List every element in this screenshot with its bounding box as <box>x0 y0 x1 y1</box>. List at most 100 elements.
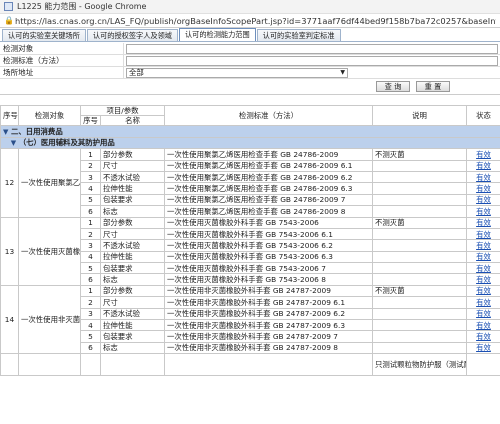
standard-input[interactable] <box>126 56 498 66</box>
item-seq: 1 <box>80 284 101 298</box>
address-bar[interactable]: 🔒 https://las.cnas.org.cn/LAS_FQ/publish… <box>0 14 500 28</box>
window-titlebar: L1225 能力范围 - Google Chrome <box>0 0 500 14</box>
tab-key-sites[interactable]: 认可的实验室关键场所 <box>2 29 86 41</box>
standard-label: 检测标准（方法） <box>0 55 124 66</box>
item-note <box>372 273 467 286</box>
status-link[interactable]: 有效 <box>466 227 500 241</box>
item-seq: 1 <box>80 148 101 161</box>
item-note <box>372 182 467 195</box>
item-note <box>372 330 467 343</box>
window-title: L1225 能力范围 - Google Chrome <box>17 2 147 11</box>
item-standard: 一次性使用灭菌橡胶外科手套 GB 7543-2006 7 <box>164 262 373 275</box>
item-note <box>372 250 467 264</box>
site-select[interactable]: 全部 ▼ <box>126 68 348 78</box>
status-link[interactable]: 有效 <box>466 273 500 286</box>
header-item-seq: 序号 <box>80 115 101 127</box>
status-link[interactable]: 有效 <box>466 148 500 161</box>
item-name: 包装要求 <box>100 262 165 275</box>
subcategory-row[interactable]: ▼ （七）医用辅料及其防护用品 <box>0 136 500 150</box>
item-seq: 3 <box>80 170 101 184</box>
status-link[interactable]: 有效 <box>466 205 500 218</box>
scope-tabs: 认可的实验室关键场所 认可的授权签字人及领域 认可的检测能力范围 认可的实验室判… <box>0 28 500 42</box>
item-name: 不透水试验 <box>100 239 165 252</box>
collapse-triangle-icon[interactable]: ▼ <box>11 139 16 147</box>
site-select-value: 全部 <box>129 68 144 77</box>
item-note: 不测灭菌 <box>372 284 467 298</box>
item-name: 部分参数 <box>100 284 165 298</box>
group-seq: 13 <box>0 216 19 286</box>
collapse-triangle-icon[interactable]: ▼ <box>3 128 8 136</box>
item-name: 标志 <box>100 205 165 218</box>
tab-judgement-standard[interactable]: 认可的实验室判定标准 <box>256 29 341 41</box>
status-link[interactable]: 有效 <box>466 170 500 184</box>
item-note <box>372 296 467 309</box>
item-standard: 一次性使用非灭菌橡胶外科手套 GB 24787-2009 6.3 <box>164 319 373 332</box>
table-row: 12一次性使用聚氯乙烯医用检查手套1部分参数一次性使用聚氯乙烯医用检查手套 GB… <box>0 148 500 218</box>
status-link[interactable]: 有效 <box>466 319 500 332</box>
header-object: 检测对象 <box>18 104 81 127</box>
item-note <box>372 227 467 241</box>
item-standard: 一次性使用非灭菌橡胶外科手套 GB 24787-2009 7 <box>164 330 373 343</box>
item-standard: 一次性使用非灭菌橡胶外科手套 GB 24787-2009 8 <box>164 341 373 355</box>
item-note <box>372 307 467 321</box>
item-seq: 2 <box>80 159 101 172</box>
item-standard: 一次性使用灭菌橡胶外科手套 GB 7543-2006 6.2 <box>164 239 373 252</box>
object-input[interactable] <box>126 44 498 54</box>
status-link[interactable]: 有效 <box>466 284 500 298</box>
status-link[interactable]: 有效 <box>466 330 500 343</box>
item-standard: 一次性使用灭菌橡胶外科手套 GB 7543-2006 6.3 <box>164 250 373 264</box>
tab-signatories[interactable]: 认可的授权签字人及领域 <box>86 29 178 41</box>
status-link[interactable]: 有效 <box>466 341 500 355</box>
item-seq: 2 <box>80 296 101 309</box>
item-seq: 3 <box>80 239 101 252</box>
item-name: 部分参数 <box>100 148 165 161</box>
item-note <box>372 239 467 252</box>
item-note <box>372 205 467 218</box>
group-object: 一次性使用聚氯乙烯医用检查手套 <box>18 148 81 218</box>
query-button[interactable]: 查 询 <box>376 81 410 92</box>
status-link[interactable]: 有效 <box>466 296 500 309</box>
group-object: 一次性使用灭菌橡胶外科手套 <box>18 216 81 286</box>
item-seq: 6 <box>80 205 101 218</box>
status-link[interactable]: 有效 <box>466 239 500 252</box>
status-link[interactable]: 有效 <box>466 182 500 195</box>
item-name: 尺寸 <box>100 296 165 309</box>
status-link[interactable]: 有效 <box>466 216 500 229</box>
item-standard: 一次性使用聚氯乙烯医用检查手套 GB 24786-2009 8 <box>164 205 373 218</box>
item-note: 不测灭菌 <box>372 216 467 229</box>
status-link[interactable]: 有效 <box>466 307 500 321</box>
item-name: 尺寸 <box>100 227 165 241</box>
item-standard: 一次性使用聚氯乙烯医用检查手套 GB 24786-2009 <box>164 148 373 161</box>
item-seq: 2 <box>80 227 101 241</box>
object-label: 检测对象 <box>0 43 124 54</box>
lock-icon: 🔒 <box>4 15 14 25</box>
status-link[interactable]: 有效 <box>466 250 500 264</box>
category-row[interactable]: ▼ 二、日用消费品 <box>0 125 500 138</box>
table-row: 只测试颗粒物防护服（测试耐静水压性能、耐固体 <box>0 353 500 377</box>
status-link[interactable]: 有效 <box>466 193 500 207</box>
item-standard: 一次性使用聚氯乙烯医用检查手套 GB 24786-2009 6.1 <box>164 159 373 172</box>
item-standard: 一次性使用灭菌橡胶外科手套 GB 7543-2006 <box>164 216 373 229</box>
group-seq: 14 <box>0 284 19 355</box>
item-seq: 4 <box>80 250 101 264</box>
item-name: 不透水试验 <box>100 307 165 321</box>
item-name: 标志 <box>100 273 165 286</box>
category-label: 二、日用消费品 <box>10 126 63 136</box>
status-link[interactable]: 有效 <box>466 159 500 172</box>
chevron-down-icon: ▼ <box>340 69 345 76</box>
reset-button[interactable]: 重 置 <box>416 81 450 92</box>
item-name: 拉伸性能 <box>100 319 165 332</box>
url-text[interactable]: https://las.cnas.org.cn/LAS_FQ/publish/o… <box>15 16 496 26</box>
item-name: 包装要求 <box>100 330 165 343</box>
item-seq: 4 <box>80 319 101 332</box>
status-link[interactable]: 有效 <box>466 262 500 275</box>
item-name: 部分参数 <box>100 216 165 229</box>
item-name: 包装要求 <box>100 193 165 207</box>
item-seq: 5 <box>80 330 101 343</box>
item-name: 拉伸性能 <box>100 182 165 195</box>
tab-test-scope[interactable]: 认可的检测能力范围 <box>178 28 256 41</box>
item-seq: 1 <box>80 216 101 229</box>
scope-table: 序号 检测对象 项目/参数 检测标准（方法） 说明 状态 序号 名称 ▼ 二、日… <box>0 104 500 377</box>
header-standard: 检测标准（方法） <box>164 104 373 127</box>
item-standard: 一次性使用非灭菌橡胶外科手套 GB 24787-2009 <box>164 284 373 298</box>
